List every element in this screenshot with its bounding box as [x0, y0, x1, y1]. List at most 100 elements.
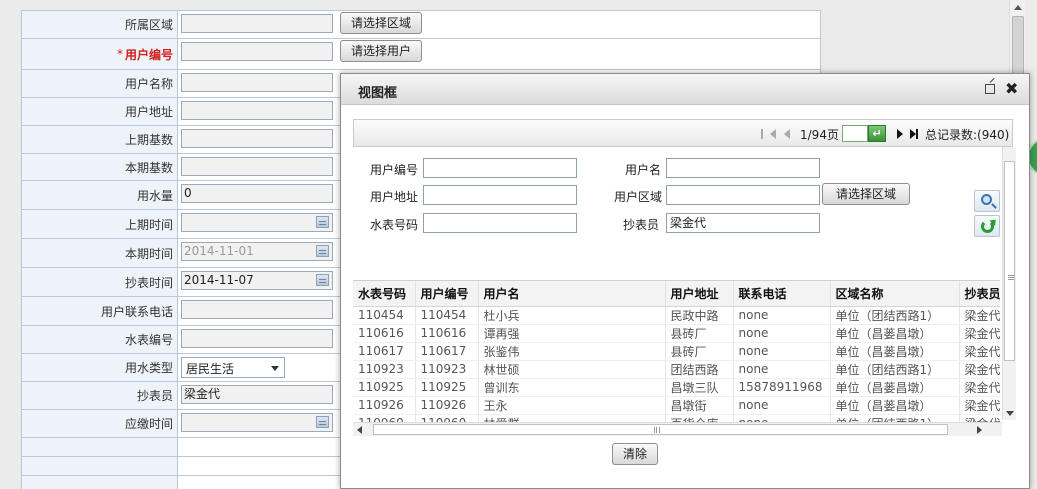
column-header[interactable]: 抄表员: [959, 281, 1000, 307]
table-cell: 110923: [415, 360, 479, 379]
water-type-select[interactable]: 居民生活: [181, 357, 285, 378]
form-label: 应缴时间: [22, 410, 178, 437]
dialog-vertical-scrollbar[interactable]: [1002, 147, 1016, 420]
table-row[interactable]: 110454 110454 杜小兵 民政中路 none 单位（团结西路1） 梁金代: [353, 306, 1000, 325]
address-input[interactable]: [423, 185, 577, 205]
select-user-button[interactable]: 请选择用户: [340, 40, 423, 62]
region-label: 用户区域: [614, 190, 663, 204]
form-field[interactable]: 2014-11-01: [181, 242, 333, 261]
scroll-right-icon[interactable]: [977, 426, 982, 434]
form-field[interactable]: [181, 413, 333, 432]
column-header[interactable]: 区域名称: [830, 281, 960, 307]
table-cell: 110960: [415, 414, 479, 422]
column-header[interactable]: 用户地址: [665, 281, 734, 307]
table-cell: none: [733, 396, 831, 415]
form-field[interactable]: [181, 300, 333, 319]
table-cell: none: [733, 360, 831, 379]
chevron-down-icon: [271, 366, 279, 371]
form-field[interactable]: [181, 14, 333, 33]
page-number-input[interactable]: [842, 125, 868, 142]
page-indicator: 1/94页: [800, 128, 839, 142]
form-field[interactable]: [181, 42, 333, 61]
reader-input[interactable]: 梁金代: [666, 213, 820, 233]
scroll-up-icon[interactable]: [1014, 5, 1022, 10]
form-field[interactable]: [181, 101, 333, 120]
form-field[interactable]: [181, 329, 333, 348]
go-page-button[interactable]: ↵: [868, 125, 886, 142]
form-field[interactable]: 梁金代: [181, 385, 333, 404]
restore-icon[interactable]: [985, 84, 995, 94]
form-field[interactable]: [181, 129, 333, 148]
table-cell: 单位（昌蒌昌墩）: [830, 342, 960, 361]
table-cell: none: [733, 414, 831, 422]
form-field[interactable]: [181, 157, 333, 176]
table-row[interactable]: 110617 110617 张鉴伟 县砖厂 none 单位（昌蒌昌墩） 梁金代: [353, 342, 1000, 361]
table-horizontal-scrollbar[interactable]: [353, 422, 1002, 436]
scroll-left-icon[interactable]: [357, 426, 362, 434]
table-cell: none: [733, 324, 831, 343]
column-header[interactable]: 联系电话: [733, 281, 831, 307]
refresh-button[interactable]: [974, 215, 1000, 237]
table-cell: 王永: [478, 396, 666, 415]
search-button[interactable]: [974, 190, 1000, 212]
form-label: 所属区域: [22, 11, 178, 38]
table-row[interactable]: 110925 110925 曾训东 昌墩三队 15878911968 单位（昌蒌昌墩） 梁金…: [353, 378, 1000, 397]
form-field[interactable]: 0: [181, 184, 333, 203]
prev-page-icon[interactable]: [784, 129, 790, 139]
field-value: 2014-11-07: [184, 273, 254, 287]
last-page-icon[interactable]: [910, 129, 918, 139]
table-cell: 梁金代: [959, 396, 1000, 415]
scroll-down-icon[interactable]: [1006, 411, 1014, 416]
table-row[interactable]: 110960110960林爱群百货仓库none单位（团结西路1）梁金代: [353, 414, 1000, 422]
close-icon[interactable]: ✖: [1005, 79, 1018, 98]
calendar-icon[interactable]: [316, 245, 329, 257]
dialog-header[interactable]: 视图框 ✖: [341, 74, 1029, 105]
form-label: 本期时间: [22, 239, 178, 267]
table-cell: 梁金代: [959, 360, 1000, 379]
calendar-icon[interactable]: [316, 416, 329, 428]
form-label: 本期基数: [22, 154, 178, 180]
scrollbar-thumb[interactable]: [373, 424, 948, 435]
select-region-button[interactable]: 请选择区域: [340, 12, 423, 34]
table-cell: none: [733, 306, 831, 325]
table-cell: 民政中路: [665, 306, 734, 325]
table-cell: 单位（昌蒌昌墩）: [830, 324, 960, 343]
form-row: 所属区域 请选择区域: [22, 11, 820, 39]
table-cell: 110617: [353, 342, 416, 361]
column-header[interactable]: 水表号码: [353, 281, 416, 307]
table-cell: 林世硕: [478, 360, 666, 379]
table-cell: 百货仓库: [665, 414, 734, 422]
meter-no-label: 水表号码: [370, 218, 419, 232]
search-icon: [981, 194, 992, 205]
form-field[interactable]: 2014-11-07: [181, 271, 333, 290]
table-cell: 单位（昌蒌昌墩）: [830, 396, 960, 415]
clear-button[interactable]: 清除: [612, 443, 659, 465]
table-row[interactable]: 110926 110926 王永 昌墩街 none 单位（昌蒌昌墩） 梁金代: [353, 396, 1000, 415]
next-page-icon[interactable]: [897, 129, 903, 139]
table-cell: 110926: [353, 396, 416, 415]
user-no-input[interactable]: [423, 158, 577, 178]
table-cell: 110925: [353, 378, 416, 397]
scrollbar-thumb[interactable]: [1004, 161, 1015, 361]
table-cell: none: [733, 342, 831, 361]
calendar-icon[interactable]: [316, 216, 329, 228]
column-header[interactable]: 用户编号: [415, 281, 479, 307]
select-region-button[interactable]: 请选择区域: [822, 183, 911, 205]
meter-no-input[interactable]: [423, 213, 577, 233]
table-header-row: 水表号码 用户编号 用户名 用户地址 联系电话 区域名称 抄表员: [353, 281, 1000, 307]
first-page-icon[interactable]: [761, 129, 776, 139]
calendar-icon[interactable]: [316, 274, 329, 286]
table-cell: 梁金代: [959, 342, 1000, 361]
form-field[interactable]: [181, 213, 333, 232]
table-cell: 梁金代: [959, 324, 1000, 343]
region-input[interactable]: [666, 185, 820, 205]
user-name-input[interactable]: [666, 158, 820, 178]
table-cell: 昌墩街: [665, 396, 734, 415]
table-row[interactable]: 110616 110616 谭再强 县砖厂 none 单位（昌蒌昌墩） 梁金代: [353, 324, 1000, 343]
form-field[interactable]: [181, 73, 333, 92]
form-label: 上期基数: [22, 126, 178, 153]
column-header[interactable]: 用户名: [478, 281, 666, 307]
form-label: 用水类型: [22, 354, 178, 381]
table-row[interactable]: 110923 110923 林世硕 团结西路 none 单位（团结西路1） 梁金代: [353, 360, 1000, 379]
form-label: 用户联系电话: [22, 297, 178, 325]
